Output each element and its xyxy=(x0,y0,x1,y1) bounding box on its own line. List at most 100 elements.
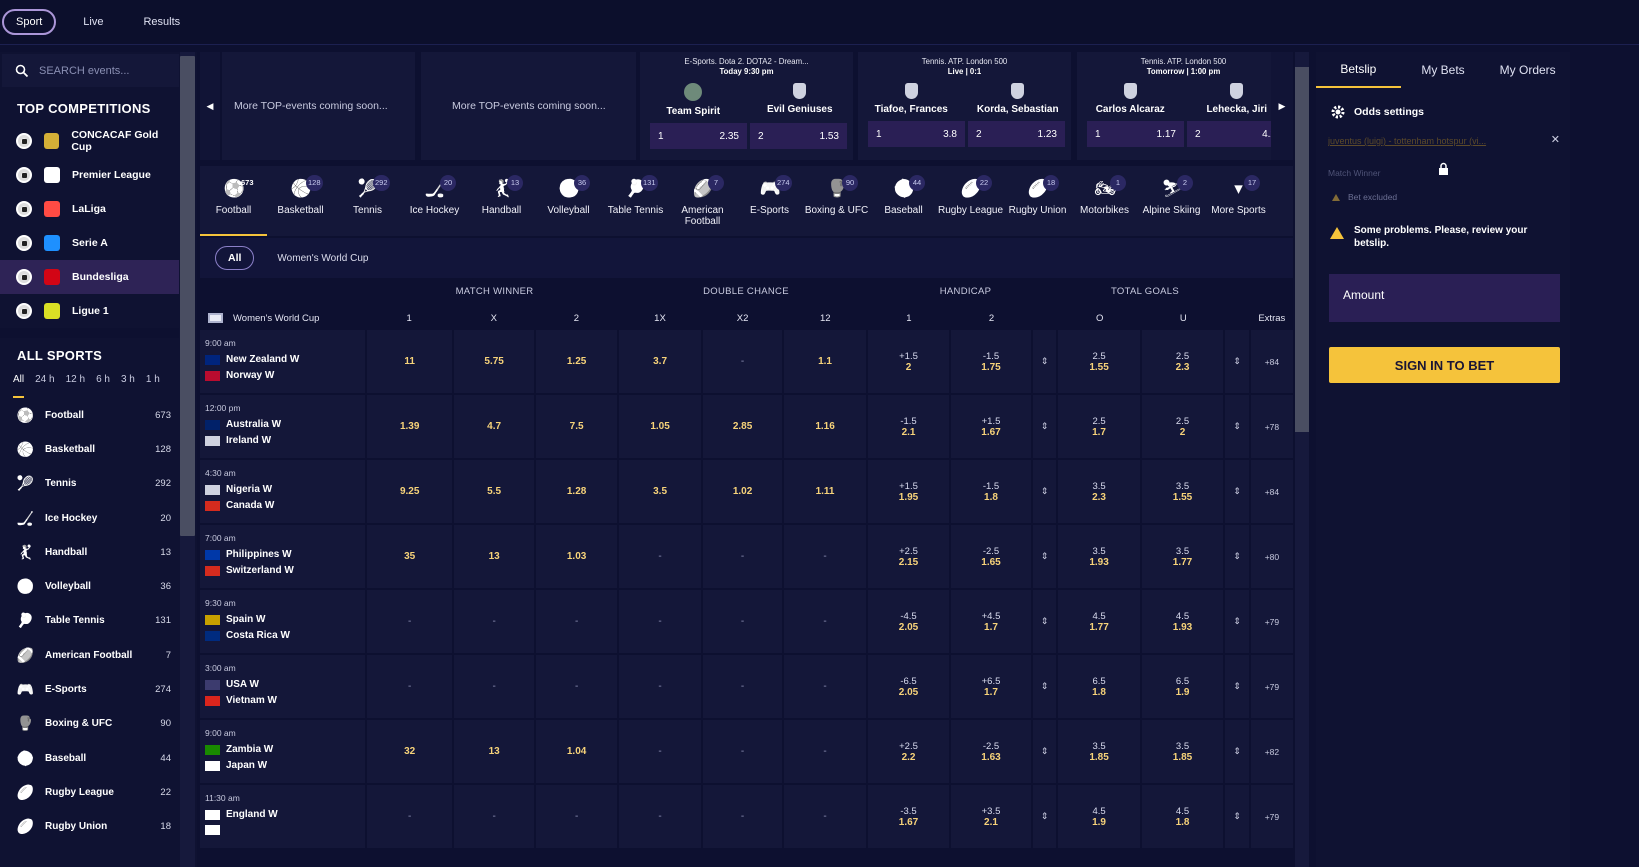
odds-cell-with-line[interactable]: 3.5 1.77 xyxy=(1141,525,1224,588)
odds-cell[interactable]: 35 xyxy=(366,525,453,588)
sport-item[interactable]: ⚾ Baseball 44 xyxy=(0,741,179,775)
odds-cell[interactable]: 7.5 xyxy=(535,395,618,458)
line-switch-icon[interactable]: ⇕ xyxy=(1225,330,1249,393)
sport-item[interactable]: 🏒 Ice Hockey 20 xyxy=(0,501,179,535)
odd-button[interactable]: 1 1.17 xyxy=(1087,121,1184,147)
line-switch-icon[interactable]: ⇕ xyxy=(1032,590,1057,653)
sport-tab[interactable]: ⚽ 673 Football xyxy=(200,166,267,236)
odds-cell-with-line[interactable]: -1.5 2.1 xyxy=(867,395,950,458)
match-info[interactable]: 12:00 pm Australia W Ireland W xyxy=(200,395,365,458)
odds-cell[interactable]: - xyxy=(784,525,866,588)
line-switch-icon[interactable]: ⇕ xyxy=(1032,525,1057,588)
odds-cell[interactable]: - xyxy=(366,655,453,718)
competition-item[interactable]: Premier League xyxy=(0,158,179,192)
line-switch-icon[interactable]: ⇕ xyxy=(1225,525,1249,588)
extras-count[interactable]: +79 xyxy=(1250,655,1294,718)
odds-cell-with-line[interactable]: -3.5 1.67 xyxy=(867,785,950,848)
line-switch-icon[interactable]: ⇕ xyxy=(1225,460,1249,523)
odds-cell-with-line[interactable]: 4.5 1.9 xyxy=(1058,785,1140,848)
tab-my-orders[interactable]: My Orders xyxy=(1485,52,1570,88)
competition-item[interactable]: Bundesliga xyxy=(0,260,179,294)
odds-cell[interactable]: - xyxy=(702,720,783,783)
odds-cell[interactable]: - xyxy=(619,590,701,653)
line-switch-icon[interactable]: ⇕ xyxy=(1225,720,1249,783)
sport-item[interactable]: 🥊 Boxing & UFC 90 xyxy=(0,707,179,741)
extras-count[interactable]: +84 xyxy=(1250,460,1294,523)
odds-cell[interactable]: 1.02 xyxy=(702,460,783,523)
line-switch-icon[interactable]: ⇕ xyxy=(1032,785,1057,848)
competition-item[interactable]: LaLiga xyxy=(0,192,179,226)
match-info[interactable]: 7:00 am Philippines W Switzerland W xyxy=(200,525,365,588)
line-switch-icon[interactable]: ⇕ xyxy=(1032,395,1057,458)
odds-cell-with-line[interactable]: -1.5 1.8 xyxy=(951,460,1031,523)
top-event-card[interactable]: Tennis. ATP. London 500 Tomorrow | 1:00 p… xyxy=(1077,52,1290,160)
odds-cell[interactable]: - xyxy=(619,525,701,588)
filter-all-chip[interactable]: All xyxy=(215,246,255,270)
odds-cell[interactable]: 4.7 xyxy=(454,395,534,458)
odds-cell[interactable]: - xyxy=(784,590,866,653)
time-filter-tab[interactable]: 1 h xyxy=(146,374,160,398)
extras-count[interactable]: +82 xyxy=(1250,720,1294,783)
match-info[interactable]: 9:30 am Spain W Costa Rica W xyxy=(200,590,365,653)
match-info[interactable]: 3:00 am USA W Vietnam W xyxy=(200,655,365,718)
odds-cell[interactable]: 1.25 xyxy=(535,330,618,393)
odds-cell[interactable]: - xyxy=(535,655,618,718)
nav-results[interactable]: Results xyxy=(130,10,193,34)
odds-cell[interactable]: 1.1 xyxy=(784,330,866,393)
odds-cell[interactable]: - xyxy=(535,785,618,848)
filter-womens-world-cup[interactable]: Women's World Cup xyxy=(265,248,380,269)
line-switch-icon[interactable]: ⇕ xyxy=(1225,785,1249,848)
sport-item[interactable]: 🏉 Rugby Union 18 xyxy=(0,810,179,844)
sport-tab[interactable]: 🏒 20 Ice Hockey xyxy=(401,166,468,236)
odds-cell[interactable]: 11 xyxy=(366,330,453,393)
odds-cell-with-line[interactable]: 2.5 2 xyxy=(1141,395,1224,458)
odds-cell[interactable]: 1.39 xyxy=(366,395,453,458)
match-info[interactable]: 11:30 am England W xyxy=(200,785,365,848)
sport-tab[interactable]: 🏐 36 Volleyball xyxy=(535,166,602,236)
odds-cell-with-line[interactable]: +2.5 2.15 xyxy=(867,525,950,588)
odds-cell[interactable]: - xyxy=(454,785,534,848)
odd-button[interactable]: 2 1.53 xyxy=(750,123,847,149)
odds-cell[interactable]: - xyxy=(619,785,701,848)
odds-cell-with-line[interactable]: 3.5 1.55 xyxy=(1141,460,1224,523)
match-info[interactable]: 4:30 am Nigeria W Canada W xyxy=(200,460,365,523)
sport-tab[interactable]: ⛷ 2 Alpine Skiing xyxy=(1138,166,1205,236)
odds-cell-with-line[interactable]: -4.5 2.05 xyxy=(867,590,950,653)
time-filter-tab[interactable]: 12 h xyxy=(66,374,85,398)
sport-item[interactable]: 🎾 Tennis 292 xyxy=(0,467,179,501)
time-filter-tab[interactable]: 6 h xyxy=(96,374,110,398)
odds-cell[interactable]: 1.03 xyxy=(535,525,618,588)
odd-button[interactable]: 2 4.2 xyxy=(1187,121,1284,147)
sport-item[interactable]: 🏈 American Football 7 xyxy=(0,638,179,672)
line-switch-icon[interactable]: ⇕ xyxy=(1032,655,1057,718)
sport-tab[interactable]: 🏈 7 American Football xyxy=(669,166,736,236)
odds-cell-with-line[interactable]: +2.5 2.2 xyxy=(867,720,950,783)
carousel-prev-arrow[interactable]: ◀ xyxy=(200,52,220,160)
sport-tab[interactable]: 🏍 1 Motorbikes xyxy=(1071,166,1138,236)
odds-cell-with-line[interactable]: 6.5 1.9 xyxy=(1141,655,1224,718)
odds-cell[interactable]: 5.5 xyxy=(454,460,534,523)
odds-cell-with-line[interactable]: +1.5 1.95 xyxy=(867,460,950,523)
odds-cell[interactable]: - xyxy=(784,785,866,848)
sport-tab[interactable]: 🥊 90 Boxing & UFC xyxy=(803,166,870,236)
odds-cell-with-line[interactable]: -6.5 2.05 xyxy=(867,655,950,718)
odds-cell[interactable]: - xyxy=(702,590,783,653)
odds-cell[interactable]: 1.11 xyxy=(784,460,866,523)
sport-tab[interactable]: ▾ 17 More Sports xyxy=(1205,166,1272,236)
time-filter-tab[interactable]: 3 h xyxy=(121,374,135,398)
odds-cell[interactable]: 13 xyxy=(454,525,534,588)
odds-cell[interactable]: 3.7 xyxy=(619,330,701,393)
odds-cell[interactable]: 1.16 xyxy=(784,395,866,458)
odds-cell[interactable]: - xyxy=(454,590,534,653)
odds-cell[interactable]: - xyxy=(454,655,534,718)
sport-tab[interactable]: 🎮 274 E-Sports xyxy=(736,166,803,236)
sport-item[interactable]: 🏉 Rugby League 22 xyxy=(0,775,179,809)
nav-live[interactable]: Live xyxy=(70,10,116,34)
sport-tab[interactable]: 🏀 128 Basketball xyxy=(267,166,334,236)
odds-cell[interactable]: - xyxy=(619,720,701,783)
sign-in-to-bet-button[interactable]: SIGN IN TO BET xyxy=(1329,347,1560,383)
odds-cell[interactable]: - xyxy=(784,720,866,783)
carousel-next-arrow[interactable]: ▶ xyxy=(1271,52,1293,160)
odds-cell[interactable]: 1.28 xyxy=(535,460,618,523)
time-filter-tab[interactable]: 24 h xyxy=(35,374,54,398)
